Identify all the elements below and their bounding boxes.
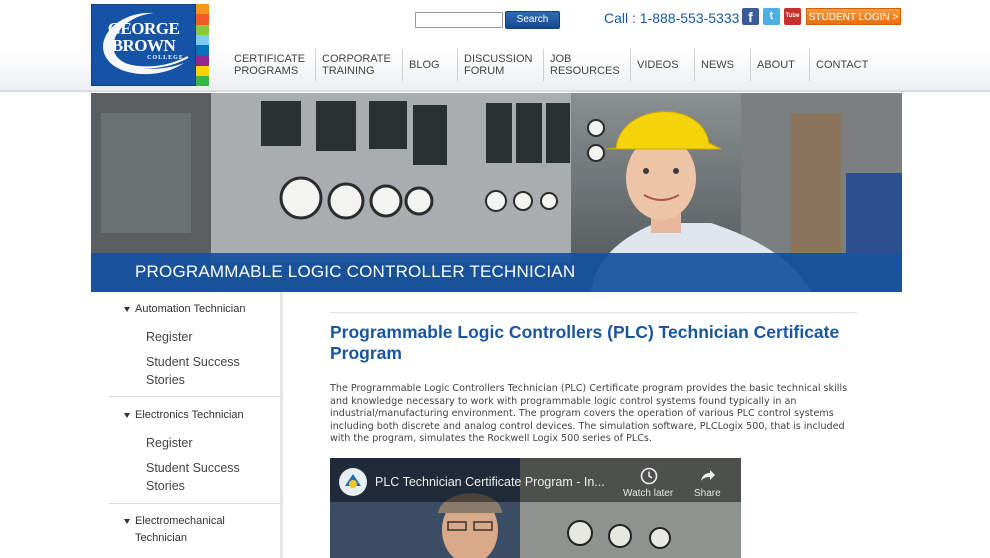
- sidebar-nav: Automation Technician Register Student S…: [91, 292, 283, 558]
- nav-label: FORUM: [464, 65, 505, 77]
- caret-down-icon: [124, 519, 130, 524]
- channel-avatar-icon[interactable]: [339, 468, 367, 496]
- logo-color-stripes: [196, 4, 209, 86]
- facebook-icon[interactable]: f: [742, 8, 759, 25]
- sidebar-subitem-register[interactable]: Register: [146, 328, 276, 346]
- video-title[interactable]: PLC Technician Certificate Program - In.…: [375, 475, 605, 489]
- nav-label: CORPORATE: [322, 53, 391, 65]
- caret-down-icon: [124, 413, 130, 418]
- nav-label: PROGRAMS: [234, 65, 299, 77]
- nav-discussion-forum[interactable]: DISCUSSION FORUM: [457, 49, 543, 81]
- nav-label: DISCUSSION: [464, 53, 533, 65]
- sidebar-item-automation-technician[interactable]: Automation Technician: [135, 301, 300, 318]
- hero-banner: PROGRAMMABLE LOGIC CONTROLLER TECHNICIAN: [91, 93, 902, 292]
- video-thumbnail: [330, 458, 741, 558]
- sidebar-subitem-register[interactable]: Register: [146, 434, 276, 452]
- watch-later-label[interactable]: Watch later: [623, 488, 673, 499]
- nav-label: JOB: [550, 53, 572, 65]
- logo-text-brown: BROWN: [111, 36, 176, 55]
- page-title: Programmable Logic Controllers (PLC) Tec…: [330, 322, 840, 363]
- program-description: The Programmable Logic Controllers Techn…: [330, 383, 848, 444]
- nav-label: CERTIFICATE: [234, 53, 306, 65]
- search-button[interactable]: Search: [505, 11, 560, 29]
- nav-corporate-training[interactable]: CORPORATE TRAINING: [315, 49, 402, 81]
- main-navigation: CERTIFICATE PROGRAMS CORPORATE TRAINING BL…: [228, 49, 875, 81]
- nav-label: BLOG: [409, 59, 440, 71]
- share-icon[interactable]: [698, 467, 716, 485]
- search-input[interactable]: [415, 12, 503, 28]
- content-divider: [330, 312, 857, 313]
- sidebar-item-electromechanical-technician[interactable]: Electromechanical Technician: [135, 513, 245, 547]
- site-header: GEORGE BROWN COLLEGE Search Call : 1-888…: [0, 0, 990, 92]
- nav-label: VIDEOS: [637, 59, 679, 71]
- sidebar-item-electronics-technician[interactable]: Electronics Technician: [135, 407, 300, 424]
- nav-certificate-programs[interactable]: CERTIFICATE PROGRAMS: [228, 49, 315, 81]
- banner-title-bar: PROGRAMMABLE LOGIC CONTROLLER TECHNICIAN: [91, 253, 902, 292]
- student-login-button[interactable]: STUDENT LOGIN >: [806, 8, 901, 25]
- nav-videos[interactable]: VIDEOS: [630, 49, 694, 81]
- sidebar-divider: [109, 396, 281, 397]
- video-player[interactable]: PLC Technician Certificate Program - In.…: [330, 458, 741, 558]
- phone-number: Call : 1-888-553-5333: [604, 10, 740, 26]
- sidebar-subitem-student-success-stories[interactable]: Student Success Stories: [146, 459, 276, 495]
- caret-down-icon: [124, 307, 130, 312]
- youtube-icon[interactable]: Tube: [784, 8, 801, 25]
- george-brown-logo[interactable]: GEORGE BROWN COLLEGE: [91, 4, 196, 86]
- clock-icon[interactable]: [640, 467, 658, 485]
- nav-label: RESOURCES: [550, 65, 620, 77]
- sidebar-divider: [109, 503, 281, 504]
- nav-label: ABOUT: [757, 59, 795, 71]
- nav-label: CONTACT: [816, 59, 869, 71]
- nav-about[interactable]: ABOUT: [750, 49, 809, 81]
- sidebar-subitem-student-success-stories[interactable]: Student Success Stories: [146, 353, 276, 389]
- nav-contact[interactable]: CONTACT: [809, 49, 875, 81]
- nav-label: TRAINING: [322, 65, 375, 77]
- nav-job-resources[interactable]: JOB RESOURCES: [543, 49, 630, 81]
- share-label[interactable]: Share: [694, 488, 721, 499]
- nav-news[interactable]: NEWS: [694, 49, 750, 81]
- banner-title: PROGRAMMABLE LOGIC CONTROLLER TECHNICIAN: [135, 262, 576, 281]
- nav-label: NEWS: [701, 59, 734, 71]
- nav-blog[interactable]: BLOG: [402, 49, 457, 81]
- twitter-icon[interactable]: t: [763, 8, 780, 25]
